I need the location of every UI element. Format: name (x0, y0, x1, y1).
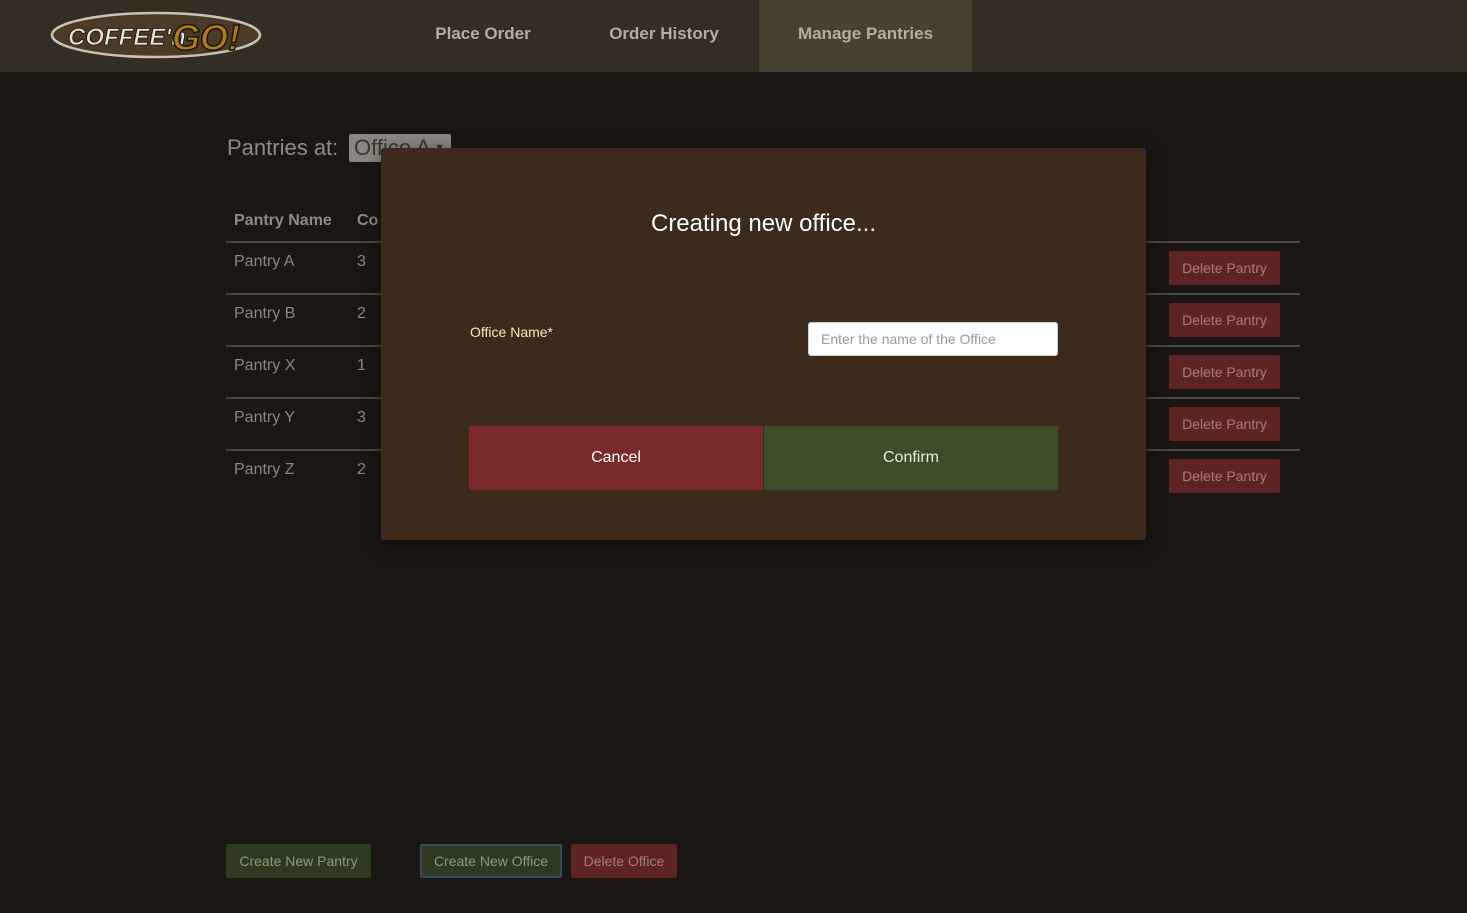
pantries-at-label: Pantries at: (227, 135, 339, 160)
confirm-button[interactable]: Confirm (764, 426, 1058, 490)
nav-place-order[interactable]: Place Order (413, 0, 553, 72)
pantry-name: Pantry X (234, 357, 296, 374)
modal-title: Creating new office... (650, 210, 876, 237)
office-name-label: Office Name* (470, 324, 553, 340)
pantry-name: Pantry Z (234, 461, 295, 478)
top-navbar: COFFEE'n GO! Place Order Order History M… (0, 0, 1467, 72)
nav-order-history[interactable]: Order History (590, 0, 738, 72)
pantry-count: 3 (357, 409, 366, 426)
delete-pantry-button[interactable]: Delete Pantry (1169, 355, 1280, 389)
delete-pantry-button[interactable]: Delete Pantry (1169, 459, 1280, 493)
pantry-count: 2 (357, 461, 366, 478)
pantry-name: Pantry Y (234, 409, 296, 426)
pantry-count: 2 (357, 305, 366, 322)
pantry-name: Pantry A (234, 253, 295, 270)
coffee-n-go-logo[interactable]: COFFEE'n GO! (50, 10, 262, 60)
pantry-name: Pantry B (234, 305, 296, 322)
delete-pantry-button[interactable]: Delete Pantry (1169, 407, 1280, 441)
svg-text:COFFEE'n: COFFEE'n (68, 24, 186, 51)
delete-pantry-button[interactable]: Delete Pantry (1169, 251, 1280, 285)
delete-office-button[interactable]: Delete Office (571, 844, 677, 878)
column-header-pantry-name: Pantry Name (234, 212, 332, 229)
pantry-count: 3 (357, 253, 366, 270)
pantry-count: 1 (357, 357, 366, 374)
create-new-pantry-button[interactable]: Create New Pantry (226, 844, 371, 878)
office-name-input[interactable] (808, 322, 1058, 356)
nav-manage-pantries[interactable]: Manage Pantries (759, 0, 972, 72)
create-new-office-button[interactable]: Create New Office (420, 844, 562, 878)
column-header-count: Co (357, 212, 379, 229)
delete-pantry-button[interactable]: Delete Pantry (1169, 303, 1280, 337)
cancel-button[interactable]: Cancel (469, 426, 763, 490)
create-office-modal: Creating new office... Office Name* Canc… (381, 148, 1146, 540)
svg-text:GO!: GO! (172, 17, 240, 58)
